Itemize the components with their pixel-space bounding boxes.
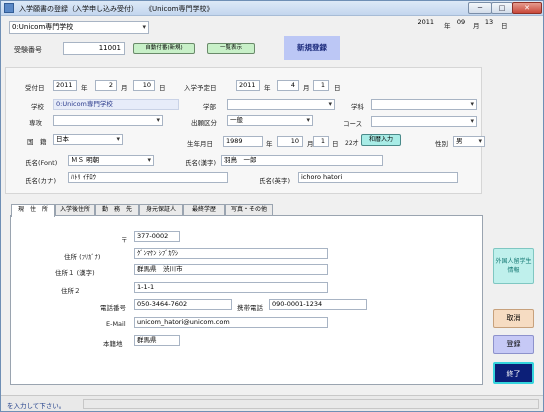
planned-date-label: 入学予定日 <box>184 84 217 92</box>
postal-field[interactable]: 377-0002 <box>134 231 180 242</box>
faculty-select[interactable] <box>227 99 335 110</box>
address1-label: 住所１ (漢字) <box>55 269 95 277</box>
nationality-select[interactable]: 日本 <box>53 134 123 145</box>
font-label: 氏名(Font) <box>25 159 58 167</box>
date-year: 2011 <box>417 18 434 26</box>
date-day-unit: 日 <box>501 22 508 30</box>
app-icon <box>4 3 14 13</box>
planned-month[interactable]: 4 <box>277 80 299 91</box>
mobile-label: 携帯電話 <box>237 304 263 312</box>
address-kana-label: 住所 (ﾌﾘｶﾞﾅ) <box>64 253 101 261</box>
department-select[interactable] <box>371 99 477 110</box>
email-field[interactable]: unicom_hatori@unicom.com <box>134 317 328 328</box>
gender-select[interactable]: 男 <box>453 136 485 147</box>
gender-label: 性別 <box>435 140 448 148</box>
planned-year-unit: 年 <box>264 84 271 92</box>
kanji-name-field[interactable]: 羽鳥 一郎 <box>221 155 383 166</box>
address2-label: 住所２ <box>61 287 81 295</box>
birth-year-unit: 年 <box>266 140 273 148</box>
address-kana-field[interactable]: ｸﾞﾝﾏｹﾝ ｼﾌﾞｶﾜｼ <box>134 248 328 259</box>
window-title: 入学願書の登録（入学申し込み受付） 《Unicom専門学校》 <box>19 5 214 13</box>
age-value: 22才 <box>345 140 359 147</box>
kanji-name-label: 氏名(漢字) <box>185 159 217 167</box>
birth-day-unit: 日 <box>332 140 339 148</box>
planned-day[interactable]: 1 <box>313 80 329 91</box>
nationality-label: 国 籍 <box>27 138 47 146</box>
exit-button[interactable]: 終了 <box>493 362 534 384</box>
school-field: 0:Unicom専門学校 <box>53 99 179 110</box>
phone-label: 電話番号 <box>100 304 126 312</box>
kana-name-label: 氏名(カナ) <box>25 177 57 185</box>
cancel-button[interactable]: 取消 <box>493 309 534 328</box>
address1-field[interactable]: 群馬県 渋川市 <box>134 264 328 275</box>
domicile-field[interactable]: 群馬県 <box>134 335 180 346</box>
birth-year[interactable]: 1989 <box>223 136 263 147</box>
tab-current-address[interactable]: 現 住 所 <box>11 204 55 217</box>
exam-number-label: 受験番号 <box>14 46 42 54</box>
received-day-unit: 日 <box>159 84 166 92</box>
kana-name-field[interactable]: ﾊﾄﾘ ｲﾁﾛｳ <box>68 172 228 183</box>
received-day[interactable]: 10 <box>133 80 155 91</box>
enroll-type-select[interactable]: 一般 <box>227 115 313 126</box>
foreign-student-button[interactable]: 外国人留学生情報 <box>493 248 534 284</box>
received-year-unit: 年 <box>81 84 88 92</box>
phone-field[interactable]: 050-3464-7602 <box>134 299 232 310</box>
auto-number-button[interactable]: 自動付番(新規) <box>133 43 195 54</box>
title-bar: 入学願書の登録（入学申し込み受付） 《Unicom専門学校》 ─ □ ✕ <box>1 1 543 16</box>
department-label: 学科 <box>351 103 364 111</box>
received-month-unit: 月 <box>121 84 128 92</box>
birth-day[interactable]: 1 <box>313 136 329 147</box>
planned-day-unit: 日 <box>334 84 341 92</box>
font-select[interactable]: ＭＳ 明朝 <box>68 155 154 166</box>
received-year[interactable]: 2011 <box>53 80 77 91</box>
mode-badge: 新規登録 <box>284 36 340 60</box>
era-input-button[interactable]: 和暦入力 <box>361 134 401 146</box>
roman-name-field[interactable]: ichoro hatori <box>298 172 458 183</box>
domicile-label: 本籍地 <box>103 340 123 348</box>
enroll-type-label: 出願区分 <box>191 119 217 127</box>
postal-label: 〒 <box>121 236 128 244</box>
email-label: E-Mail <box>106 320 126 328</box>
address2-field[interactable]: 1-1-1 <box>134 282 328 293</box>
planned-year[interactable]: 2011 <box>236 80 260 91</box>
status-message: を入力して下さい。 <box>7 402 66 410</box>
list-view-button[interactable]: 一覧表示 <box>207 43 255 54</box>
register-button[interactable]: 登録 <box>493 335 534 354</box>
date-day: 13 <box>484 18 494 26</box>
minimize-button[interactable]: ─ <box>468 2 492 14</box>
birth-month[interactable]: 10 <box>277 136 303 147</box>
major-select[interactable] <box>53 115 163 126</box>
school-select[interactable]: 0:Unicom専門学校 <box>9 21 149 34</box>
course-select[interactable] <box>371 116 477 127</box>
address-tab-panel <box>10 215 483 385</box>
close-button[interactable]: ✕ <box>512 2 542 14</box>
date-month-unit: 月 <box>473 22 480 30</box>
school-label: 学校 <box>31 103 44 111</box>
birth-date-label: 生年月日 <box>187 140 213 148</box>
received-month[interactable]: 2 <box>95 80 117 91</box>
application-window: 入学願書の登録（入学申し込み受付） 《Unicom専門学校》 ─ □ ✕ 0:U… <box>0 0 544 412</box>
status-bar: を入力して下さい。 <box>1 395 543 411</box>
major-label: 専攻 <box>29 119 42 127</box>
course-label: コース <box>343 120 363 128</box>
status-panel <box>83 399 539 409</box>
exam-number-field[interactable]: 11001 <box>63 42 125 55</box>
planned-month-unit: 月 <box>303 84 310 92</box>
roman-name-label: 氏名(英字) <box>259 177 291 185</box>
mobile-field[interactable]: 090-0001-1234 <box>269 299 367 310</box>
maximize-button[interactable]: □ <box>491 2 513 14</box>
date-month: 09 <box>456 18 466 26</box>
faculty-label: 学部 <box>203 103 216 111</box>
date-year-unit: 年 <box>444 22 451 30</box>
received-date-label: 受付日 <box>25 84 45 92</box>
